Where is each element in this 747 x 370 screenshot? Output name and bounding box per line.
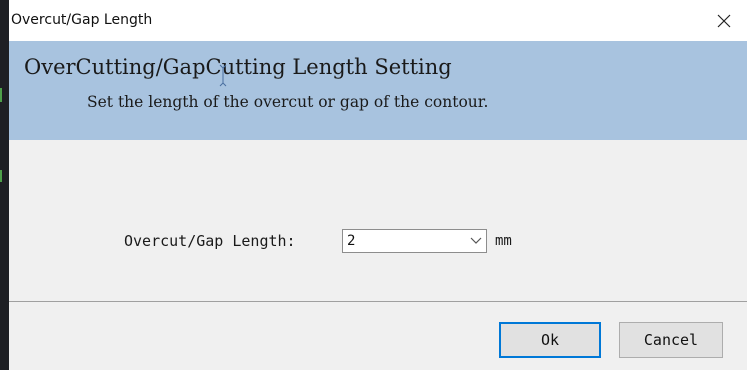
ok-button[interactable]: Ok	[499, 322, 601, 358]
unit-label: mm	[495, 233, 512, 249]
header-title: OverCutting/GapCutting Length Setting	[24, 55, 452, 79]
dialog: Overcut/Gap Length OverCutting/GapCuttin…	[9, 0, 747, 370]
length-value: 2	[347, 233, 356, 249]
footer-divider	[9, 301, 747, 302]
background-artifact	[0, 170, 2, 182]
title-bar: Overcut/Gap Length	[9, 0, 747, 41]
text-cursor-icon	[219, 64, 227, 87]
close-button[interactable]	[701, 0, 747, 41]
cancel-button[interactable]: Cancel	[619, 322, 723, 358]
close-icon	[717, 14, 731, 27]
window-title: Overcut/Gap Length	[11, 12, 153, 28]
chevron-down-icon[interactable]	[470, 236, 482, 246]
length-select[interactable]: 2	[342, 229, 487, 253]
header-subtitle: Set the length of the overcut or gap of …	[87, 93, 489, 111]
header-band: OverCutting/GapCutting Length Setting Se…	[9, 41, 747, 140]
length-label: Overcut/Gap Length:	[124, 232, 296, 250]
background-artifact	[0, 88, 2, 102]
